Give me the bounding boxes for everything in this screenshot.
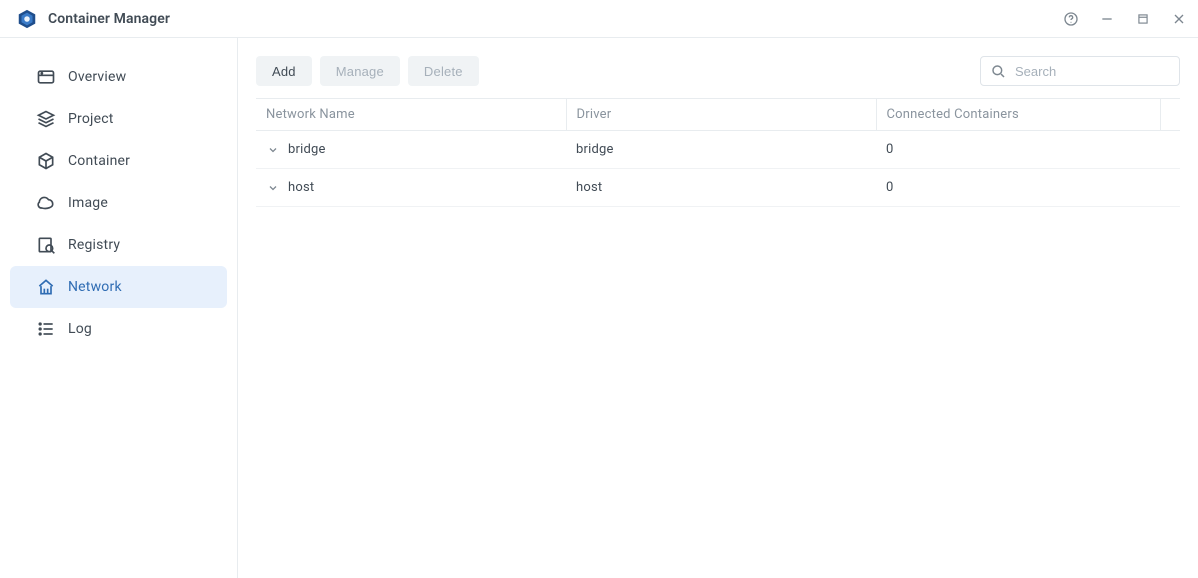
sidebar-item-network[interactable]: Network xyxy=(10,266,227,308)
sidebar-item-container[interactable]: Container xyxy=(10,140,227,182)
sidebar-item-label: Registry xyxy=(68,237,120,253)
column-header-connected[interactable]: Connected Containers xyxy=(876,99,1160,131)
log-icon xyxy=(36,319,56,339)
sidebar-item-overview[interactable]: Overview xyxy=(10,56,227,98)
manage-button[interactable]: Manage xyxy=(320,56,400,86)
sidebar-item-project[interactable]: Project xyxy=(10,98,227,140)
sidebar-item-label: Project xyxy=(68,111,114,127)
sidebar: Overview Project Container Image xyxy=(0,38,238,578)
project-icon xyxy=(36,109,56,129)
table-row[interactable]: host host 0 xyxy=(256,169,1180,207)
app-title: Container Manager xyxy=(48,11,170,27)
cell-network-name: bridge xyxy=(288,142,326,157)
toolbar: Add Manage Delete xyxy=(256,56,1180,86)
help-icon[interactable] xyxy=(1062,10,1080,28)
column-header-spacer xyxy=(1160,99,1180,131)
sidebar-item-label: Overview xyxy=(68,69,126,85)
network-icon xyxy=(36,277,56,297)
app-logo-icon xyxy=(16,8,38,30)
main-content: Add Manage Delete Network Name Driver xyxy=(238,38,1198,578)
add-button[interactable]: Add xyxy=(256,56,312,86)
column-header-name[interactable]: Network Name xyxy=(256,99,566,131)
chevron-down-icon[interactable] xyxy=(266,181,280,195)
sidebar-item-label: Image xyxy=(68,195,108,211)
cell-connected: 0 xyxy=(876,169,1160,207)
network-table: Network Name Driver Connected Containers xyxy=(256,98,1180,207)
registry-icon xyxy=(36,235,56,255)
overview-icon xyxy=(36,67,56,87)
titlebar: Container Manager xyxy=(0,0,1198,38)
container-icon xyxy=(36,151,56,171)
cell-driver: host xyxy=(566,169,876,207)
maximize-icon[interactable] xyxy=(1134,10,1152,28)
sidebar-item-label: Network xyxy=(68,279,122,295)
sidebar-item-label: Container xyxy=(68,153,130,169)
cell-network-name: host xyxy=(288,180,314,195)
sidebar-item-image[interactable]: Image xyxy=(10,182,227,224)
sidebar-item-label: Log xyxy=(68,321,92,337)
column-header-driver[interactable]: Driver xyxy=(566,99,876,131)
delete-button[interactable]: Delete xyxy=(408,56,479,86)
chevron-down-icon[interactable] xyxy=(266,143,280,157)
cell-connected: 0 xyxy=(876,131,1160,169)
sidebar-item-log[interactable]: Log xyxy=(10,308,227,350)
image-icon xyxy=(36,193,56,213)
table-row[interactable]: bridge bridge 0 xyxy=(256,131,1180,169)
minimize-icon[interactable] xyxy=(1098,10,1116,28)
cell-driver: bridge xyxy=(566,131,876,169)
search-input[interactable] xyxy=(980,56,1180,86)
close-icon[interactable] xyxy=(1170,10,1188,28)
sidebar-item-registry[interactable]: Registry xyxy=(10,224,227,266)
